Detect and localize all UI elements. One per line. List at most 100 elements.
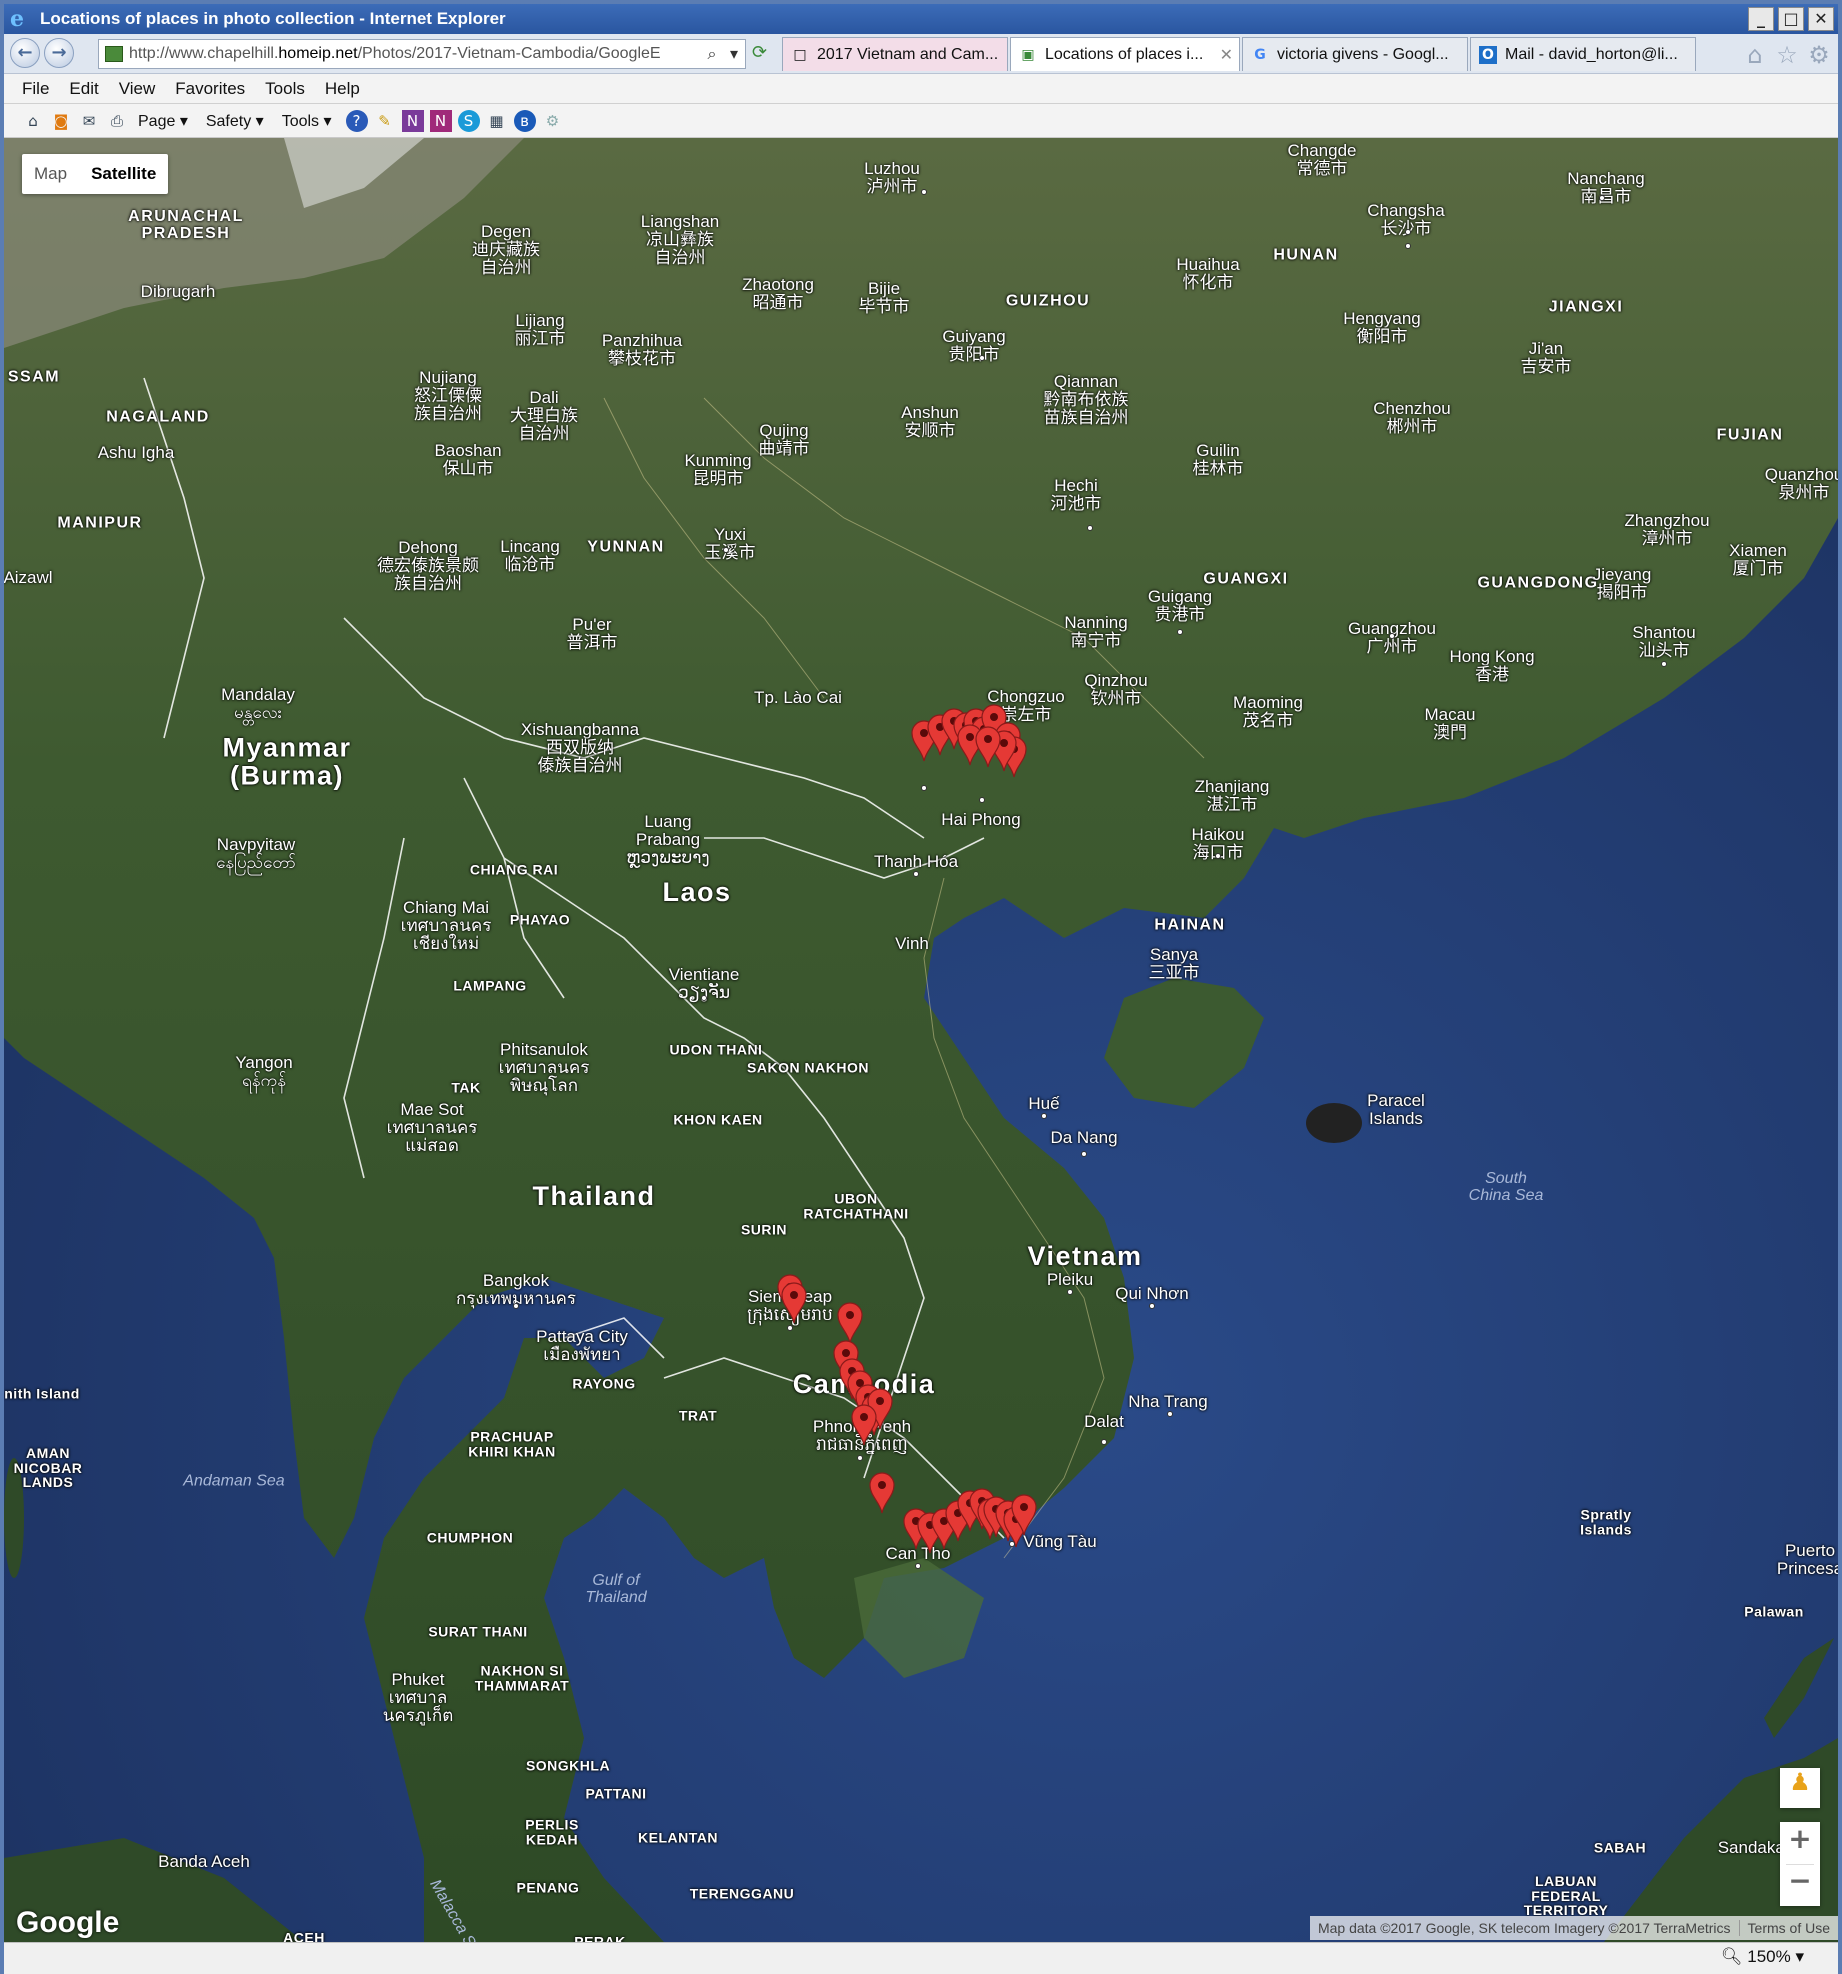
- settings-gear-icon[interactable]: ⚙: [1806, 42, 1832, 68]
- pen-icon[interactable]: ✎: [374, 110, 396, 132]
- region-label: nith Island: [4, 1385, 80, 1402]
- onenote-icon[interactable]: N: [401, 109, 424, 132]
- tab-google-search[interactable]: G victoria givens - Googl...: [1242, 37, 1468, 71]
- menu-file[interactable]: File: [22, 79, 49, 99]
- city-label: Tp. Lào Cai: [754, 688, 842, 708]
- photo-location-marker[interactable]: [1011, 1494, 1037, 1536]
- map-type-satellite-button[interactable]: Satellite: [79, 154, 168, 194]
- close-tab-icon[interactable]: ✕: [1220, 45, 1233, 64]
- province-label: MANIPUR: [57, 514, 143, 532]
- region-label: SONGKHLA: [525, 1757, 611, 1774]
- read-mail-icon[interactable]: ✉: [78, 110, 100, 132]
- address-dropdown-icon[interactable]: ▾: [723, 40, 745, 68]
- region-label: TAK: [451, 1079, 481, 1096]
- site-favicon-icon: [105, 46, 123, 62]
- search-icon[interactable]: ⌕: [701, 40, 723, 68]
- page-icon: ▣: [1021, 46, 1035, 63]
- province-label: GUIZHOU: [1005, 292, 1091, 310]
- map-canvas[interactable]: Map Satellite Laos Thailand Vietnam Camb…: [4, 138, 1838, 1942]
- photo-location-marker[interactable]: [837, 1302, 863, 1344]
- favorites-star-icon[interactable]: ☆: [1774, 42, 1800, 68]
- forward-button[interactable]: →: [44, 38, 74, 68]
- google-icon: G: [1254, 46, 1266, 63]
- photo-location-marker[interactable]: [851, 1404, 877, 1446]
- pegman-icon[interactable]: ♟: [1780, 1768, 1820, 1808]
- city-label: Guigang 贵港市: [1147, 587, 1213, 624]
- bluetooth-icon[interactable]: ʙ: [513, 109, 536, 132]
- rss-feed-icon[interactable]: ◙: [50, 110, 72, 132]
- menu-favorites[interactable]: Favorites: [175, 79, 245, 99]
- safety-menu[interactable]: Safety ▾: [206, 111, 264, 131]
- city-label: Luzhou 泸州市: [864, 159, 920, 196]
- close-window-button[interactable]: ✕: [1808, 7, 1834, 31]
- status-bar: 🔍︎ 150% ▾: [4, 1942, 1838, 1974]
- command-bar: ⌂ ◙ ✉ ⎙ Page ▾ Safety ▾ Tools ▾ ? ✎ N N …: [4, 104, 1838, 138]
- city-label: Anshun 安顺市: [901, 403, 959, 440]
- city-label: Banda Aceh: [158, 1852, 250, 1872]
- home-icon[interactable]: ⌂: [22, 110, 44, 132]
- city-label: Zhangzhou 漳州市: [1624, 511, 1710, 548]
- city-label: Puerto Princesa: [1776, 1541, 1838, 1578]
- city-label: Da Nang: [1050, 1128, 1118, 1148]
- city-label: Chiang Mai เทศบาลนคร เชียงใหม่: [400, 898, 492, 953]
- tab-vietnam-cambodia[interactable]: □ 2017 Vietnam and Cam...: [782, 37, 1008, 71]
- research-icon[interactable]: ▦: [486, 110, 508, 132]
- city-label: Macau 澳門: [1424, 705, 1476, 742]
- city-label: Nujiang 怒江傈僳 族自治州: [414, 368, 482, 423]
- region-label: KELANTAN: [638, 1829, 718, 1846]
- map-type-map-button[interactable]: Map: [22, 154, 79, 194]
- city-label: Kunming 昆明市: [684, 451, 752, 488]
- tools-menu[interactable]: Tools ▾: [282, 111, 332, 131]
- city-label: Mandalay မန္တလေး: [221, 685, 295, 722]
- region-label: TERENGGANU: [689, 1885, 795, 1902]
- province-label: ARUNACHAL PRADESH: [128, 208, 244, 242]
- zoom-in-button[interactable]: +: [1780, 1822, 1820, 1864]
- tab-locations[interactable]: ▣ Locations of places i... ✕: [1010, 37, 1240, 71]
- tab-label: victoria givens - Googl...: [1277, 45, 1449, 63]
- region-label: PERLIS KEDAH: [525, 1816, 579, 1847]
- sea-label: Andaman Sea: [183, 1472, 285, 1490]
- onenote-send-icon[interactable]: N: [429, 109, 452, 132]
- zoom-out-button[interactable]: −: [1780, 1864, 1820, 1906]
- zoom-level[interactable]: 🔍︎ 150% ▾: [1721, 1947, 1804, 1967]
- help-icon[interactable]: ?: [345, 109, 368, 132]
- ie-logo-icon: e: [10, 6, 24, 32]
- menu-bar: File Edit View Favorites Tools Help: [4, 74, 1838, 104]
- photo-location-marker[interactable]: [781, 1282, 807, 1324]
- zoom-separator: [1786, 1864, 1814, 1865]
- terms-of-use-link[interactable]: Terms of Use: [1738, 1920, 1838, 1936]
- region-label: UBON RATCHATHANI: [803, 1190, 909, 1221]
- navigation-row: ← → http://www.chapelhill.homeip.net/Pho…: [4, 34, 1838, 74]
- city-label: Pu'er 普洱市: [566, 615, 618, 652]
- maximize-button[interactable]: □: [1778, 7, 1804, 31]
- outlook-icon: O: [1479, 45, 1497, 64]
- photo-location-marker[interactable]: [869, 1472, 895, 1514]
- menu-help[interactable]: Help: [325, 79, 360, 99]
- menu-edit[interactable]: Edit: [69, 79, 98, 99]
- home-icon[interactable]: ⌂: [1742, 42, 1768, 68]
- city-dot: [921, 189, 927, 195]
- print-icon[interactable]: ⎙: [106, 110, 128, 132]
- tab-mail[interactable]: O Mail - david_horton@li...: [1470, 37, 1696, 71]
- url-text[interactable]: http://www.chapelhill.homeip.net/Photos/…: [129, 45, 701, 63]
- city-label: Qujing 曲靖市: [758, 421, 810, 458]
- photo-location-marker[interactable]: [975, 726, 1001, 768]
- url-host: homeip.net: [278, 45, 358, 62]
- back-button[interactable]: ←: [10, 38, 40, 68]
- menu-tools[interactable]: Tools: [265, 79, 305, 99]
- city-dot: [701, 995, 707, 1001]
- refresh-icon[interactable]: ⟳: [752, 42, 767, 63]
- menu-view[interactable]: View: [119, 79, 156, 99]
- city-label: Quanzhou 泉州市: [1764, 465, 1838, 502]
- city-dot: [979, 355, 985, 361]
- address-bar[interactable]: http://www.chapelhill.homeip.net/Photos/…: [98, 39, 746, 69]
- skype-icon[interactable]: S: [457, 109, 480, 132]
- city-dot: [921, 785, 927, 791]
- city-dot: [723, 547, 729, 553]
- region-label: LABUAN FEDERAL TERRITORY: [1523, 1872, 1609, 1919]
- city-label: Dibrugarh: [140, 282, 216, 302]
- addon-gear-icon[interactable]: ⚙: [542, 110, 564, 132]
- minimize-button[interactable]: _: [1748, 7, 1774, 31]
- city-label: Paracel Islands: [1367, 1091, 1425, 1128]
- page-menu[interactable]: Page ▾: [138, 111, 188, 131]
